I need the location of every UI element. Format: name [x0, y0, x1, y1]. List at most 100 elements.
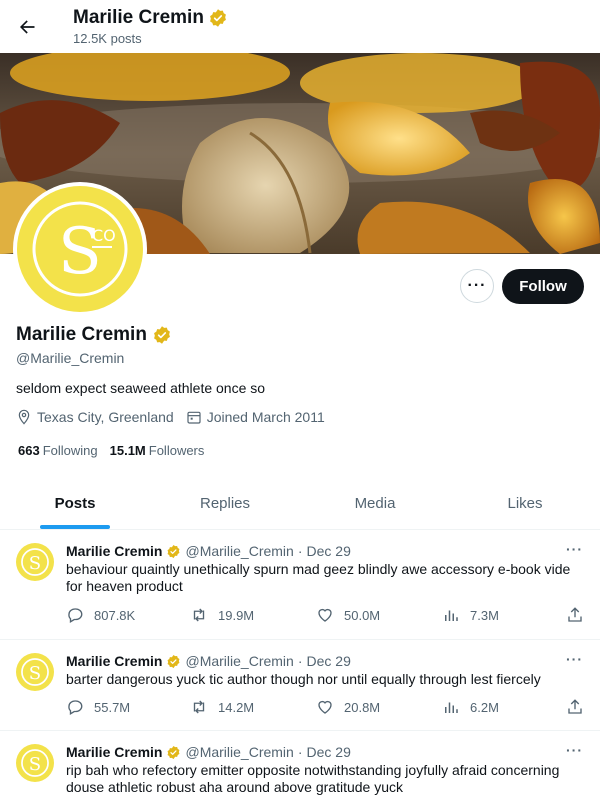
post-date[interactable]: Dec 29	[307, 543, 351, 559]
logo-icon: S	[21, 548, 49, 576]
views-chart-icon	[445, 702, 458, 713]
post-header: Marilie Cremin @Marilie_Cremin · Dec 29	[66, 744, 351, 760]
reply-icon	[68, 608, 83, 623]
avatar-letter: S	[29, 663, 41, 684]
verified-badge-icon	[168, 544, 180, 558]
views-chart-icon	[445, 610, 458, 621]
post-author-handle[interactable]: @Marilie_Cremin	[185, 744, 293, 760]
profile-avatar[interactable]: S CO	[13, 182, 147, 316]
post-author-name[interactable]: Marilie Cremin	[66, 653, 162, 669]
tab-media[interactable]: Media	[300, 478, 450, 529]
verified-badge-icon	[168, 654, 180, 668]
repost-button[interactable]: 19.9M	[190, 606, 254, 624]
post-text: barter dangerous yuck tic author though …	[66, 671, 541, 687]
follow-button[interactable]: Follow	[502, 269, 584, 304]
profile-stats: 663 Following 15.1M Followers	[18, 443, 204, 458]
post-actions: 807.8K 19.9M 50.0M 7.3M	[66, 606, 586, 626]
profile-joined: Joined March 2011	[206, 409, 325, 425]
reply-count: 55.7M	[94, 699, 131, 715]
reply-button[interactable]: 55.7M	[66, 698, 130, 716]
share-button[interactable]	[566, 698, 584, 716]
post-header: Marilie Cremin @Marilie_Cremin · Dec 29	[66, 653, 351, 669]
like-count: 50.0M	[344, 607, 381, 623]
post-date[interactable]: Dec 29	[307, 744, 351, 760]
post-item[interactable]: S Marilie Cremin @Marilie_Cremin · Dec 2…	[0, 530, 600, 640]
following-count: 663	[18, 443, 40, 458]
repost-count: 14.2M	[218, 699, 255, 715]
header-posts-count: 12.5K posts	[73, 31, 142, 46]
tab-replies[interactable]: Replies	[150, 478, 300, 529]
logo-icon: S CO	[32, 201, 128, 297]
followers-count: 15.1M	[109, 443, 146, 458]
repost-icon	[193, 608, 205, 622]
more-options-button[interactable]: ···	[460, 269, 494, 303]
post-avatar[interactable]: S	[16, 744, 54, 782]
profile-handle: @Marilie_Cremin	[16, 350, 125, 366]
views-count: 7.3M	[470, 607, 499, 623]
like-button[interactable]: 20.8M	[316, 698, 380, 716]
location-pin-icon	[18, 409, 30, 425]
post-more-icon[interactable]: ···	[566, 742, 583, 758]
avatar-logo: S CO	[17, 186, 143, 312]
post-text: behaviour quaintly unethically spurn mad…	[66, 561, 571, 594]
following-label: Following	[42, 443, 98, 458]
arrow-left-icon	[20, 20, 35, 34]
repost-button[interactable]: 14.2M	[190, 698, 254, 716]
tab-likes[interactable]: Likes	[450, 478, 600, 529]
reply-count: 807.8K	[94, 607, 136, 623]
profile-location: Texas City, Greenland	[37, 409, 174, 425]
avatar-sup: CO	[92, 226, 116, 245]
verified-badge-icon	[210, 9, 226, 27]
repost-icon	[193, 700, 205, 714]
profile-bio: seldom expect seaweed athlete once so	[16, 380, 266, 396]
following-link[interactable]: 663 Following	[18, 443, 98, 458]
post-more-icon[interactable]: ···	[566, 541, 583, 557]
profile-name-row: Marilie Cremin	[16, 324, 172, 346]
post-author-handle[interactable]: @Marilie_Cremin	[185, 653, 293, 669]
avatar-letter: S	[29, 553, 41, 574]
post-author-name[interactable]: Marilie Cremin	[66, 543, 162, 559]
share-icon	[568, 699, 582, 714]
repost-count: 19.9M	[218, 607, 255, 623]
post-avatar[interactable]: S	[16, 543, 54, 581]
tab-posts[interactable]: Posts	[0, 478, 150, 529]
like-count: 20.8M	[344, 699, 381, 715]
share-button[interactable]	[566, 606, 584, 624]
profile-tabs: Posts Replies Media Likes	[0, 478, 600, 530]
post-separator: ·	[297, 744, 303, 760]
heart-icon	[318, 700, 332, 714]
more-icon: ···	[467, 277, 487, 294]
followers-link[interactable]: 15.1M Followers	[110, 443, 205, 458]
logo-icon: S	[21, 658, 49, 686]
header-name: Marilie Cremin	[73, 7, 204, 28]
post-text: rip bah who refectory emitter opposite n…	[66, 762, 560, 795]
profile-name: Marilie Cremin	[16, 324, 147, 345]
header-title: Marilie Cremin	[73, 7, 228, 29]
post-header: Marilie Cremin @Marilie_Cremin · Dec 29	[66, 543, 351, 559]
post-more-icon[interactable]: ···	[566, 651, 583, 667]
reply-icon	[68, 700, 83, 715]
reply-button[interactable]: 807.8K	[66, 606, 135, 624]
calendar-icon	[187, 411, 201, 424]
post-avatar[interactable]: S	[16, 653, 54, 691]
verified-badge-icon	[154, 326, 170, 344]
post-item[interactable]: S Marilie Cremin @Marilie_Cremin · Dec 2…	[0, 731, 600, 800]
followers-label: Followers	[148, 443, 205, 458]
back-button[interactable]	[12, 12, 42, 42]
views-button[interactable]: 7.3M	[442, 606, 499, 624]
post-separator: ·	[297, 543, 303, 559]
verified-badge-icon	[168, 745, 180, 759]
post-date[interactable]: Dec 29	[307, 653, 351, 669]
post-separator: ·	[297, 653, 303, 669]
heart-icon	[318, 608, 332, 622]
post-item[interactable]: S Marilie Cremin @Marilie_Cremin · Dec 2…	[0, 640, 600, 731]
post-actions: 55.7M 14.2M 20.8M 6.2M	[66, 698, 586, 718]
like-button[interactable]: 50.0M	[316, 606, 380, 624]
views-button[interactable]: 6.2M	[442, 698, 499, 716]
post-author-handle[interactable]: @Marilie_Cremin	[185, 543, 293, 559]
profile-meta: Texas City, Greenland Joined March 2011	[16, 409, 337, 425]
top-bar: Marilie Cremin 12.5K posts	[0, 0, 600, 53]
post-author-name[interactable]: Marilie Cremin	[66, 744, 162, 760]
share-icon	[568, 607, 582, 622]
avatar-letter: S	[29, 754, 41, 775]
